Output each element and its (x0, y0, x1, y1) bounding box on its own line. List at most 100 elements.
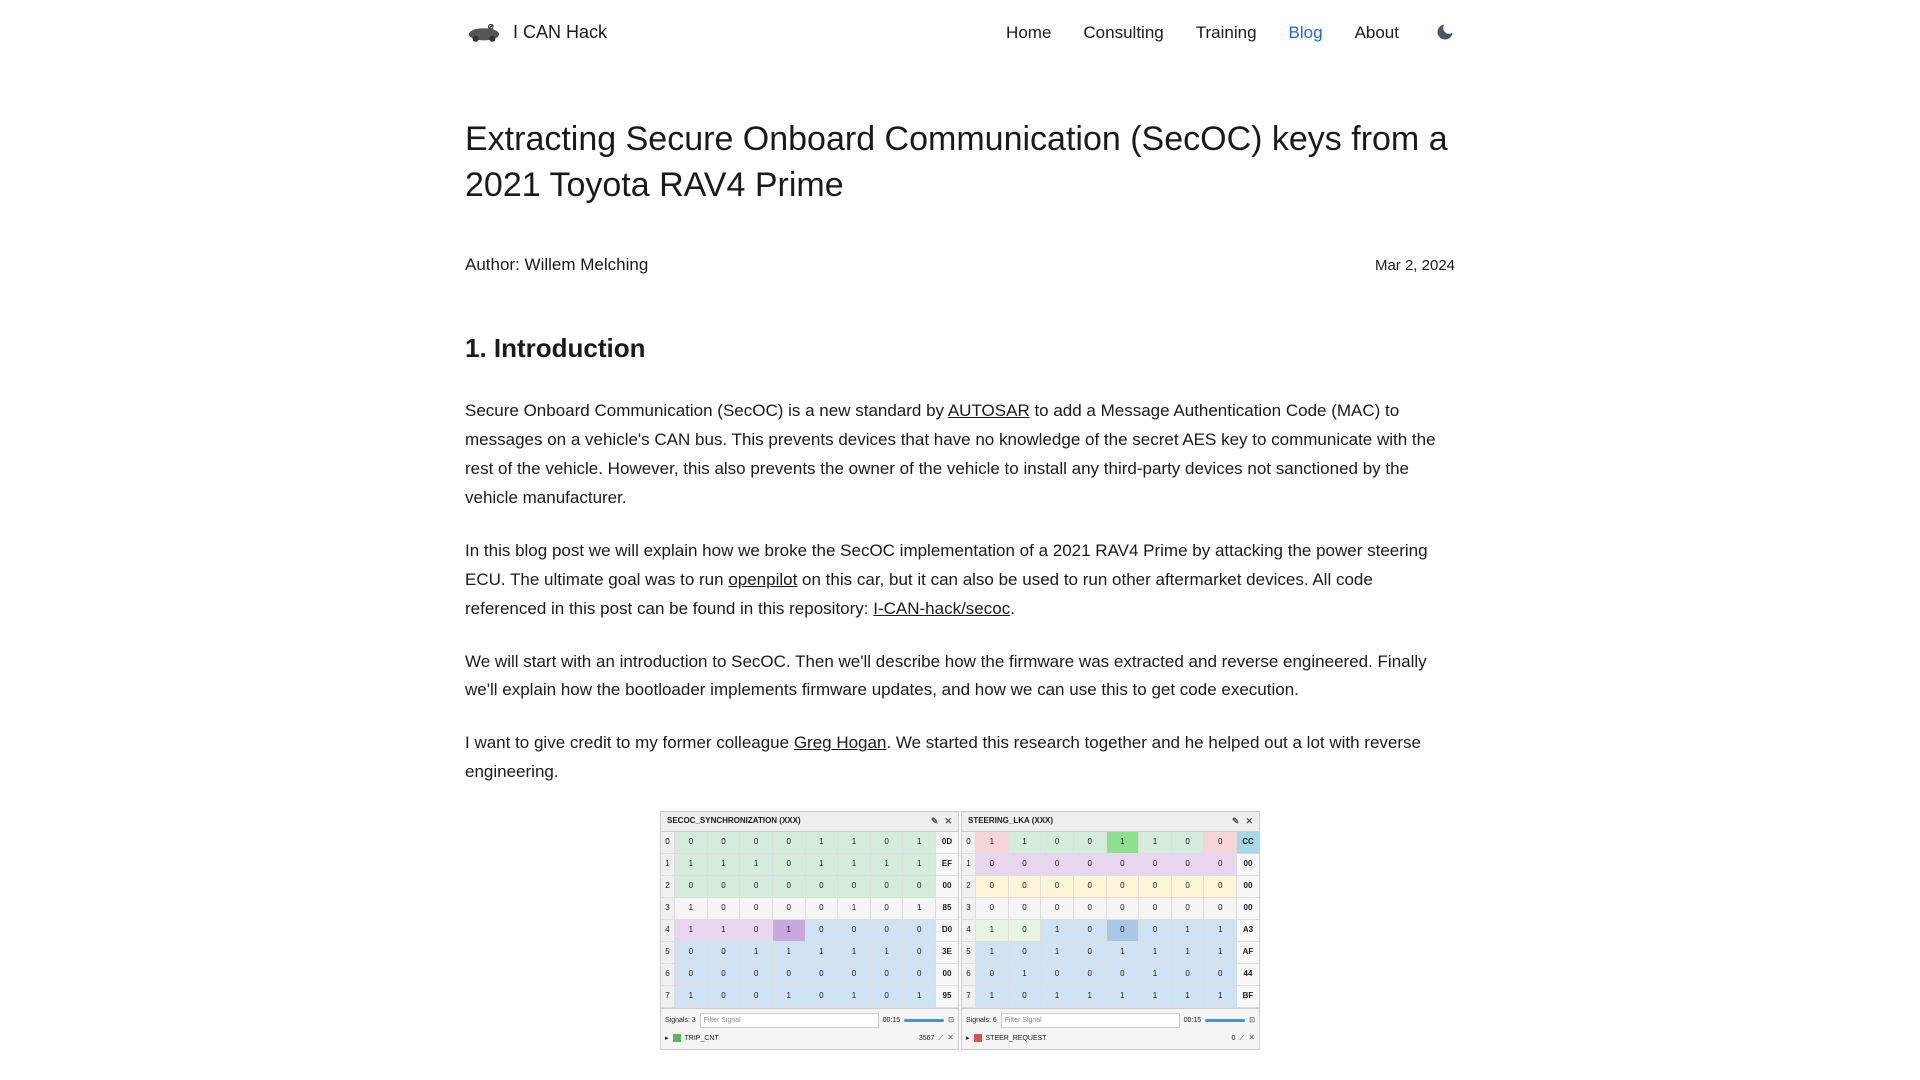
hex-cell: 85 (936, 898, 958, 920)
bit-cell: 0 (773, 964, 806, 986)
row-index: 3 (962, 898, 976, 920)
hex-cell: 00 (936, 964, 958, 986)
paragraph-3: We will start with an introduction to Se… (465, 648, 1455, 706)
slider[interactable] (904, 1019, 944, 1022)
bit-cell: 1 (1074, 986, 1107, 1008)
bit-cell: 1 (871, 942, 904, 964)
row-index: 0 (962, 832, 976, 854)
bit-cell: 1 (1172, 942, 1205, 964)
bit-cell: 0 (838, 876, 871, 898)
bit-cell: 1 (1204, 986, 1237, 1008)
bit-cell: 1 (773, 986, 806, 1008)
bit-cell: 0 (1041, 964, 1074, 986)
nav-training[interactable]: Training (1196, 19, 1257, 46)
slider[interactable] (1205, 1019, 1245, 1022)
filter-input[interactable]: Filter Signal (1001, 1013, 1180, 1028)
bit-cell: 1 (708, 854, 741, 876)
hex-cell: D0 (936, 920, 958, 942)
edit-icon[interactable]: ✎ (931, 814, 939, 828)
nav-home[interactable]: Home (1006, 19, 1051, 46)
bit-cell: 0 (1009, 920, 1042, 942)
bit-cell: 0 (1009, 854, 1042, 876)
panel-title: STEERING_LKA (XXX) (968, 815, 1053, 828)
bit-cell: 1 (708, 920, 741, 942)
signal-value: 3567 (919, 1033, 935, 1044)
link-greg-hogan[interactable]: Greg Hogan (794, 733, 887, 752)
remove-icon[interactable]: ✕ (947, 1032, 954, 1045)
row-index: 2 (962, 876, 976, 898)
bit-cell: 0 (871, 964, 904, 986)
panel-secoc-sync: SECOC_SYNCHRONIZATION (XXX) ✎ ✕ 00000110… (660, 811, 959, 1049)
bit-cell: 0 (740, 986, 773, 1008)
bit-cell: 0 (1009, 986, 1042, 1008)
nav-blog[interactable]: Blog (1289, 19, 1323, 46)
bit-cell: 0 (1139, 854, 1172, 876)
bit-cell: 0 (1139, 876, 1172, 898)
bit-cell: 0 (1204, 832, 1237, 854)
bit-cell: 1 (1107, 942, 1140, 964)
bit-cell: 0 (976, 854, 1009, 876)
bit-cell: 0 (1074, 832, 1107, 854)
row-index: 6 (661, 964, 675, 986)
row-index: 5 (962, 942, 976, 964)
signal-value: 0 (1231, 1033, 1235, 1044)
remove-icon[interactable]: ✕ (1248, 1032, 1255, 1045)
link-openpilot[interactable]: openpilot (728, 570, 797, 589)
close-icon[interactable]: ✕ (944, 814, 952, 828)
row-index: 4 (962, 920, 976, 942)
bit-row: 5001111103E (661, 942, 958, 964)
paragraph-4: I want to give credit to my former colle… (465, 729, 1455, 787)
bit-cell: 0 (871, 876, 904, 898)
chevron-icon[interactable]: ▸ (665, 1033, 669, 1044)
nav-about[interactable]: About (1355, 19, 1399, 46)
bit-cell: 0 (806, 898, 839, 920)
bit-cell: 1 (1009, 964, 1042, 986)
chevron-icon[interactable]: ▸ (966, 1033, 970, 1044)
bit-cell: 1 (838, 854, 871, 876)
link-autosar[interactable]: AUTOSAR (948, 401, 1030, 420)
link-repo[interactable]: I-CAN-hack/secoc (873, 599, 1010, 618)
bit-row: 71001010195 (661, 986, 958, 1008)
bit-cell: 1 (1041, 942, 1074, 964)
section-heading: 1. Introduction (465, 328, 1455, 370)
figure-signal-panels: SECOC_SYNCHRONIZATION (XXX) ✎ ✕ 00000110… (465, 811, 1455, 1049)
author-label: Author: (465, 255, 520, 274)
bit-cell: 0 (1041, 876, 1074, 898)
row-index: 7 (962, 986, 976, 1008)
bit-cell: 0 (1041, 832, 1074, 854)
bit-cell: 0 (806, 876, 839, 898)
brand[interactable]: I CAN Hack (465, 18, 607, 47)
bit-cell: 0 (1074, 876, 1107, 898)
bit-cell: 0 (1172, 876, 1205, 898)
bit-cell: 0 (740, 876, 773, 898)
expand-icon[interactable]: ⊡ (1249, 1015, 1255, 1026)
bit-cell: 0 (806, 964, 839, 986)
hex-cell: A3 (1237, 920, 1259, 942)
bit-cell: 0 (871, 920, 904, 942)
bit-cell: 1 (1204, 942, 1237, 964)
bit-cell: 0 (838, 920, 871, 942)
filter-input[interactable]: Filter Signal (700, 1013, 879, 1028)
chart-icon[interactable]: ⟋ (1239, 1033, 1244, 1044)
bit-row: 111101111EF (661, 854, 958, 876)
edit-icon[interactable]: ✎ (1232, 814, 1240, 828)
signal-color (673, 1034, 681, 1042)
bit-cell: 0 (675, 876, 708, 898)
nav-consulting[interactable]: Consulting (1083, 19, 1163, 46)
close-icon[interactable]: ✕ (1245, 814, 1253, 828)
expand-icon[interactable]: ⊡ (948, 1015, 954, 1026)
chart-icon[interactable]: ⟋ (938, 1033, 943, 1044)
bit-cell: 0 (740, 920, 773, 942)
bit-cell: 0 (1172, 898, 1205, 920)
bit-cell: 0 (708, 832, 741, 854)
signal-name: TRIP_CNT (685, 1033, 915, 1044)
bit-cell: 0 (1172, 854, 1205, 876)
bit-cell: 0 (1009, 942, 1042, 964)
bit-cell: 0 (903, 920, 936, 942)
bit-cell: 0 (708, 964, 741, 986)
signals-count: Signals: 6 (966, 1015, 997, 1026)
theme-toggle[interactable] (1435, 22, 1455, 42)
bit-cell: 1 (1107, 832, 1140, 854)
article-meta: Author: Willem Melching Mar 2, 2024 (465, 251, 1455, 278)
bit-row: 20000000000 (661, 876, 958, 898)
